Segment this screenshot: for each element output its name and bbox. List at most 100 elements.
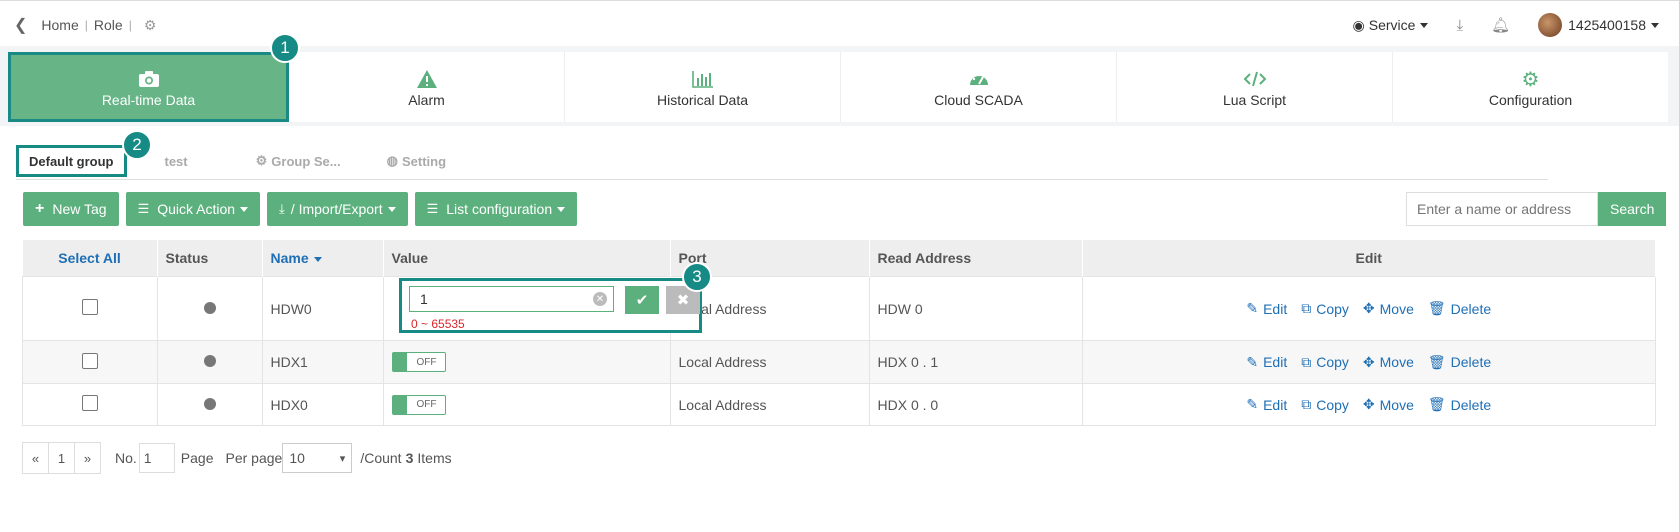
service-menu[interactable]: ◉ Service (1353, 17, 1429, 34)
confirm-button[interactable]: ✔ (625, 286, 659, 314)
action-label: Delete (1450, 300, 1492, 317)
page-number-input[interactable]: 1 (138, 443, 175, 473)
row-checkbox[interactable] (81, 352, 98, 369)
caret-down-icon (557, 206, 566, 212)
module-alarm[interactable]: Alarm (289, 52, 565, 122)
trash-icon: 🗑︎ (1427, 353, 1446, 370)
edit-header: Edit (1082, 240, 1656, 277)
next-page-button[interactable]: » (75, 443, 100, 473)
gear-icon[interactable]: ⚙ (144, 17, 157, 34)
user-name: 1425400158 (1568, 17, 1646, 33)
tab-default-group[interactable]: Default group (16, 145, 127, 177)
close-icon: ✖ (676, 292, 690, 309)
edit-action[interactable]: ✎ Edit (1246, 354, 1287, 371)
edit-action[interactable]: ✎ Edit (1246, 300, 1287, 317)
table-row: HDW0 Local Address HDW 0 ✎ Edit ⧉ Copy ✥ Mo… (22, 276, 1656, 341)
value-input[interactable]: 1 ✕ (409, 286, 614, 312)
status-header: Status (157, 240, 263, 277)
caret-down-icon (313, 256, 322, 262)
copy-action[interactable]: ⧉ Copy (1301, 300, 1349, 317)
module-lua-script[interactable]: Lua Script (1117, 52, 1393, 122)
caret-down-icon (1651, 22, 1659, 28)
module-historical-data[interactable]: Historical Data (565, 52, 841, 122)
back-icon[interactable]: ❮ (14, 15, 27, 35)
download-icon[interactable]: ⤓ (1456, 17, 1463, 34)
row-checkbox[interactable] (81, 299, 98, 315)
module-label: Historical Data (656, 92, 749, 108)
toggle-label: OFF (416, 399, 437, 410)
delete-action[interactable]: 🗑︎ Delete (1428, 300, 1491, 317)
gear-icon: ⚙ (255, 153, 268, 168)
search-group: Search (1406, 192, 1667, 226)
page-number-label: No. (115, 450, 137, 466)
trash-icon: 🗑︎ (1427, 396, 1446, 412)
breadcrumb-role[interactable]: Role (94, 17, 123, 33)
module-configuration[interactable]: ⚙ Configuration (1393, 52, 1668, 122)
trash-icon: 🗑︎ (1427, 300, 1446, 316)
row-actions: ✎ Edit ⧉ Copy ✥ Move 🗑︎ Delete (1091, 354, 1648, 371)
annotation-badge-2: 2 (122, 130, 152, 160)
copy-icon: ⧉ (1301, 300, 1312, 316)
list-configuration-button[interactable]: ☰ List configuration (414, 192, 578, 226)
copy-icon: ⧉ (1301, 353, 1312, 370)
button-label: New Tag (52, 201, 107, 217)
move-icon: ✥ (1362, 353, 1375, 370)
user-menu[interactable]: 1425400158 (1538, 13, 1659, 37)
value-header: Value (383, 240, 671, 277)
per-page-select[interactable]: 10 ▾ (282, 443, 353, 473)
gear-icon: ⚙ (1521, 68, 1540, 91)
quick-action-button[interactable]: ☰ Quick Action (125, 192, 261, 226)
tab-setting[interactable]: ◍ Setting (373, 145, 460, 177)
button-label: / Import/Export (290, 201, 383, 217)
status-dot (203, 301, 216, 314)
edit-action[interactable]: ✎ Edit (1246, 396, 1287, 413)
code-icon (1243, 66, 1267, 92)
module-cloud-scada[interactable]: Cloud SCADA (841, 52, 1117, 122)
action-label: Delete (1450, 354, 1492, 370)
breadcrumb-home[interactable]: Home (41, 17, 78, 33)
breadcrumb: ❮ Home | Role | ⚙ (14, 15, 156, 35)
bar-chart-icon (691, 66, 715, 92)
delete-action[interactable]: 🗑︎ Delete (1428, 396, 1491, 413)
value-toggle[interactable]: OFF (391, 352, 446, 372)
read-address-cell: HDX 0 . 1 (868, 340, 1083, 384)
port-cell: Local Address (669, 383, 870, 426)
move-action[interactable]: ✥ Move (1363, 300, 1414, 317)
module-real-time-data[interactable]: Real-time Data (8, 52, 289, 122)
move-action[interactable]: ✥ Move (1363, 354, 1414, 371)
tag-name: HDW0 (261, 276, 384, 341)
bell-icon[interactable]: 🔔︎ (1491, 16, 1510, 34)
row-checkbox[interactable] (81, 395, 98, 411)
toggle-knob (392, 395, 407, 414)
import-export-button[interactable]: ⤓ / Import/Export (267, 192, 408, 226)
clear-icon[interactable]: ✕ (593, 292, 607, 306)
module-label: Real-time Data (101, 92, 196, 108)
dashboard-icon (968, 66, 990, 92)
tag-name: HDX1 (261, 340, 384, 384)
tab-group-settings[interactable]: ⚙ Group Se... (242, 145, 355, 177)
delete-action[interactable]: 🗑︎ Delete (1428, 354, 1491, 371)
avatar (1538, 13, 1563, 37)
copy-action[interactable]: ⧉ Copy (1301, 354, 1349, 371)
search-input[interactable] (1406, 192, 1598, 226)
new-tag-button[interactable]: + New Tag (23, 192, 119, 226)
page-1-button[interactable]: 1 (49, 443, 75, 473)
check-icon: ✔ (635, 292, 649, 309)
select-all-header[interactable]: Select All (22, 240, 158, 277)
warning-icon (416, 66, 438, 92)
breadcrumb-separator: | (84, 18, 88, 32)
copy-action[interactable]: ⧉ Copy (1301, 396, 1349, 413)
tab-test[interactable]: test (151, 145, 202, 177)
read-address-header: Read Address (869, 240, 1083, 277)
move-action[interactable]: ✥ Move (1363, 396, 1414, 413)
caret-down-icon (1420, 22, 1429, 28)
search-button[interactable]: Search (1598, 192, 1667, 226)
edit-icon: ✎ (1246, 353, 1259, 370)
page-buttons: « 1 » (22, 442, 101, 474)
name-header[interactable]: Name (262, 240, 384, 277)
header-label: Name (270, 250, 309, 266)
status-dot (203, 397, 216, 410)
prev-page-button[interactable]: « (23, 443, 49, 473)
action-label: Move (1379, 396, 1414, 413)
value-toggle[interactable]: OFF (391, 394, 446, 415)
